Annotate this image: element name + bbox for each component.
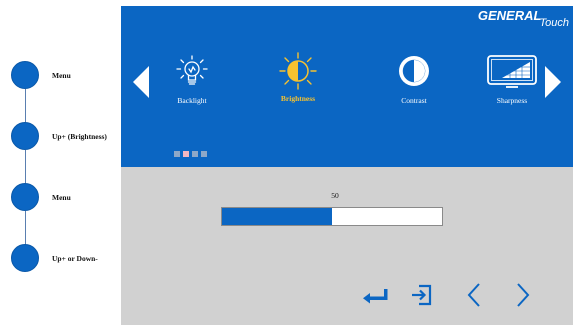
brightness-value: 50 xyxy=(331,191,339,200)
prev-button[interactable] xyxy=(459,282,489,308)
step-circle xyxy=(11,61,39,89)
menu-next-arrow-icon[interactable] xyxy=(545,66,561,98)
brand-part1: GENERAL xyxy=(477,8,542,23)
brightness-slider[interactable] xyxy=(221,207,443,226)
step-circle xyxy=(11,122,39,150)
brand-logo: GENERALTouch xyxy=(477,7,569,29)
menu-prev-arrow-icon[interactable] xyxy=(133,66,149,98)
chevron-right-icon xyxy=(517,283,530,307)
menu-item-brightness[interactable]: Brightness xyxy=(258,52,338,103)
monitor-sharpness-icon xyxy=(487,55,537,88)
page-dot xyxy=(174,151,180,157)
instruction-panel: Menu Up+ (Brightness) Menu Up+ or Down- xyxy=(0,0,120,325)
menu-item-label: Contrast xyxy=(401,96,427,105)
step-2: Up+ (Brightness) xyxy=(11,121,107,151)
exit-icon xyxy=(412,284,432,306)
page-dot xyxy=(192,151,198,157)
osd-top-panel: GENERALTouch Backlight Brightness Contra… xyxy=(121,6,573,167)
step-circle xyxy=(11,183,39,211)
menu-item-contrast[interactable]: Contrast xyxy=(374,54,454,105)
contrast-icon xyxy=(399,56,429,86)
step-1: Menu xyxy=(11,60,71,90)
brand-part2: Touch xyxy=(539,17,569,29)
page-dot-active xyxy=(183,151,189,157)
step-label: Up+ (Brightness) xyxy=(52,131,107,141)
step-circle xyxy=(11,244,39,272)
step-3: Menu xyxy=(11,182,71,212)
page-dot xyxy=(201,151,207,157)
step-label: Up+ or Down- xyxy=(52,253,98,263)
slider-fill xyxy=(222,208,332,225)
step-4: Up+ or Down- xyxy=(11,243,98,273)
menu-item-label: Sharpness xyxy=(496,96,528,105)
osd-menu: GENERALTouch Backlight Brightness Contra… xyxy=(121,6,573,325)
sun-icon xyxy=(279,52,317,90)
enter-icon xyxy=(363,289,388,304)
menu-item-backlight[interactable]: Backlight xyxy=(152,54,232,105)
bulb-icon xyxy=(176,55,208,85)
step-label: Menu xyxy=(52,192,71,202)
menu-item-label: Backlight xyxy=(177,96,207,105)
page-indicator xyxy=(174,151,207,157)
enter-button[interactable] xyxy=(361,282,391,308)
menu-item-label: Brightness xyxy=(280,94,316,103)
menu-item-sharpness[interactable]: Sharpness xyxy=(472,54,552,105)
chevron-left-icon xyxy=(467,283,480,307)
step-label: Menu xyxy=(52,70,71,80)
exit-button[interactable] xyxy=(407,282,437,308)
next-button[interactable] xyxy=(508,282,538,308)
